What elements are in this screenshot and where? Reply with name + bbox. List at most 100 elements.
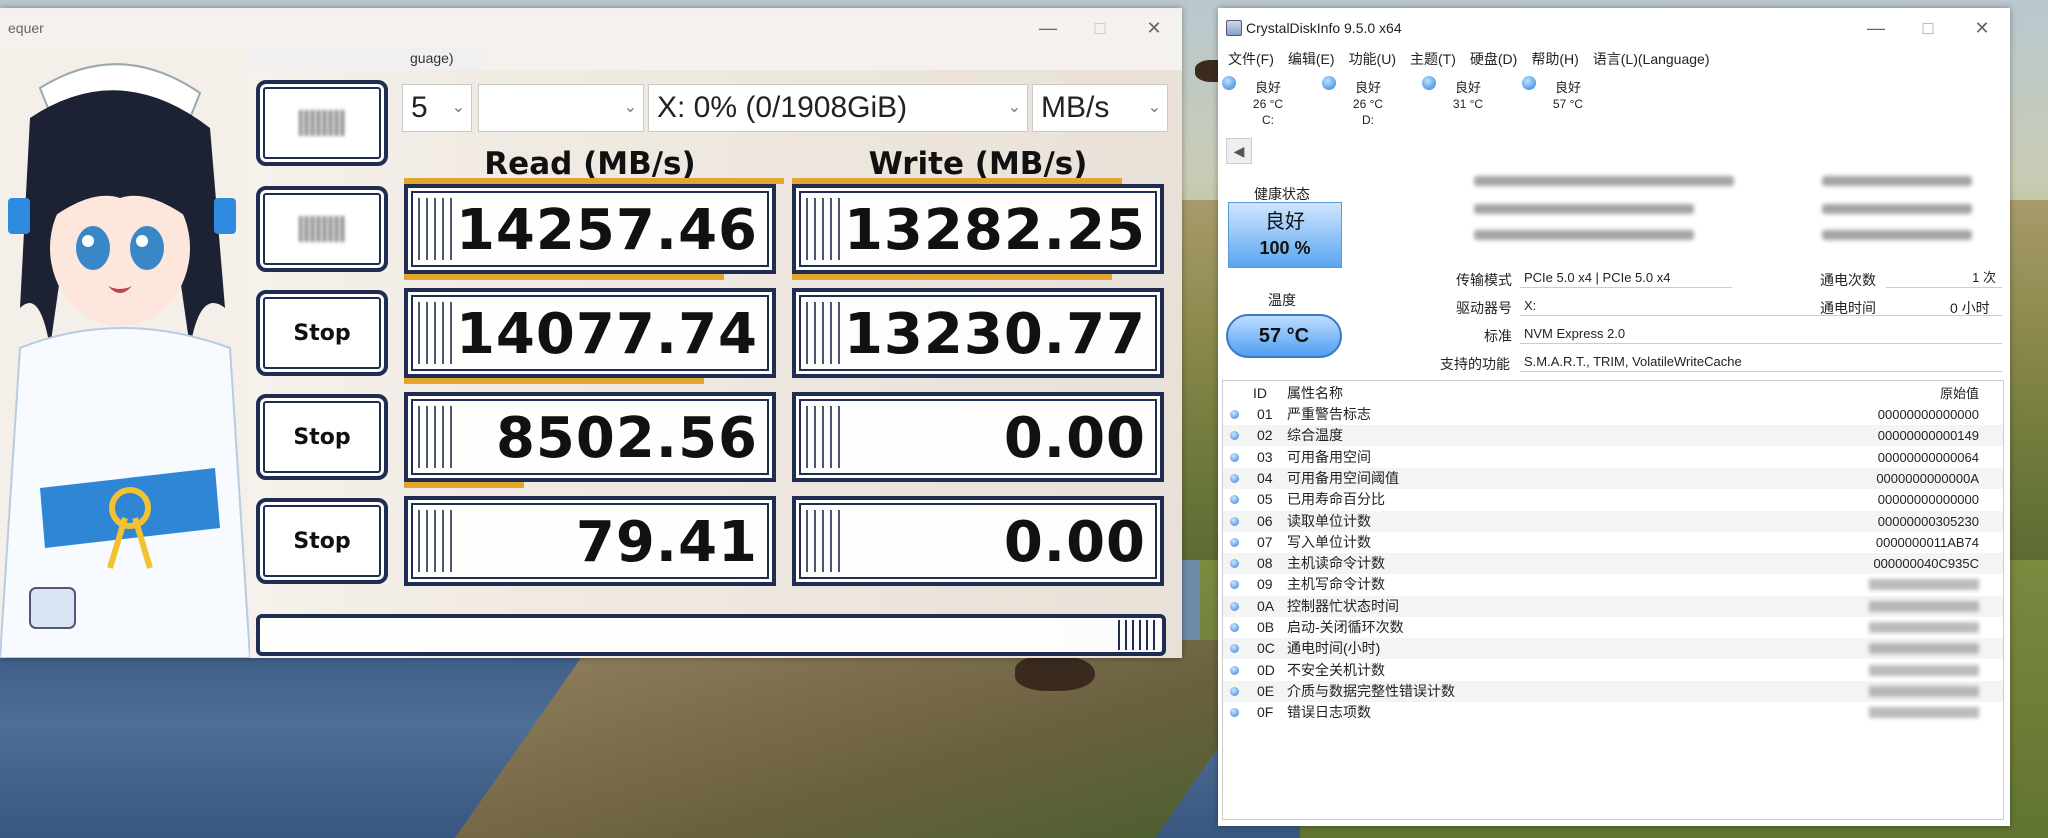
smart-raw-value: 00000000000000 <box>1877 407 1979 422</box>
cdm-titlebar[interactable]: equer — □ ✕ <box>0 8 1182 48</box>
menu-function[interactable]: 功能(U) <box>1343 48 1404 70</box>
write-result-2: 13230.77 <box>792 288 1164 378</box>
write-result-3: 0.00 <box>792 392 1164 482</box>
smart-row[interactable]: 04 可用备用空间阈值 0000000000000A <box>1223 467 2003 489</box>
cdi-menubar: 文件(F) 编辑(E) 功能(U) 主题(T) 硬盘(D) 帮助(H) 语言(L… <box>1222 48 1718 70</box>
smart-row[interactable]: 08 主机读命令计数 000000040C935C <box>1223 553 2003 575</box>
status-good-icon <box>1230 452 1239 462</box>
smart-row[interactable]: 0D 不安全关机计数 <box>1223 660 2003 681</box>
menu-disk[interactable]: 硬盘(D) <box>1464 48 1525 70</box>
smart-header-raw: 原始值 <box>1939 386 1979 401</box>
smart-row[interactable]: 0C 通电时间(小时) <box>1223 638 2003 660</box>
smart-row[interactable]: 0E 介质与数据完整性错误计数 <box>1223 680 2003 702</box>
smart-row[interactable]: 07 写入单位计数 0000000011AB74 <box>1223 532 2003 553</box>
power-on-count-label: 通电次数 <box>1820 272 1876 288</box>
crystaldiskmark-window: equer — □ ✕ guage) Stop Stop Stop 5 ⌄ ⌄ … <box>0 8 1182 658</box>
smart-row[interactable]: 03 可用备用空间 00000000000064 <box>1223 447 2003 468</box>
smart-row[interactable]: 02 综合温度 00000000000149 <box>1223 425 2003 447</box>
drive-button-d[interactable]: 良好 26 °C D: <box>1318 70 1418 130</box>
menu-edit[interactable]: 编辑(E) <box>1282 48 1343 70</box>
drive-status: 良好 <box>1354 80 1381 95</box>
drive-button-c[interactable]: 良好 26 °C C: <box>1218 70 1318 130</box>
progress-bar <box>792 274 1112 280</box>
status-good-icon <box>1230 410 1239 419</box>
smart-table[interactable]: ID 属性名称 原始值 01 严重警告标志 00000000000000 02 综合温度… <box>1222 380 2004 820</box>
smart-attribute-name: 错误日志项数 <box>1287 704 1371 721</box>
maximize-button[interactable]: □ <box>1080 14 1120 42</box>
close-button[interactable]: ✕ <box>1134 14 1174 42</box>
comment-field[interactable] <box>256 614 1166 656</box>
smart-id: 01 <box>1257 406 1273 422</box>
comment-grid-icon <box>1118 620 1158 650</box>
blurred-raw-value <box>1869 707 1979 719</box>
smart-row[interactable]: 09 主机写命令计数 <box>1223 574 2003 595</box>
stop-test-4-button[interactable]: Stop <box>256 498 388 584</box>
smart-row[interactable]: 05 已用寿命百分比 00000000000000 <box>1223 489 2003 510</box>
mascot-illustration <box>0 48 250 658</box>
meter-grid <box>806 198 846 260</box>
power-on-count-value: 1 次 <box>1886 268 2002 288</box>
unit-select[interactable]: MB/s ⌄ <box>1032 84 1168 132</box>
cdm-menubar[interactable]: guage) <box>246 46 486 70</box>
minimize-button[interactable]: — <box>1856 14 1896 42</box>
progress-bar <box>792 178 1122 184</box>
status-good-icon <box>1230 431 1239 441</box>
smart-row[interactable]: 0F 错误日志项数 <box>1223 702 2003 723</box>
run-all-button[interactable] <box>256 80 388 166</box>
test-size-select[interactable]: ⌄ <box>478 84 644 132</box>
blurred-serial-text <box>1474 230 1694 240</box>
status-good-icon <box>1322 76 1336 90</box>
read-result-2: 14077.74 <box>404 288 776 384</box>
smart-row[interactable]: 06 读取单位计数 00000000305230 <box>1223 510 2003 532</box>
close-button[interactable]: ✕ <box>1962 14 2002 42</box>
smart-attribute-name: 控制器忙状态时间 <box>1287 597 1399 614</box>
features-value: S.M.A.R.T., TRIM, VolatileWriteCache <box>1520 352 2002 372</box>
drive-select[interactable]: X: 0% (0/1908GiB) ⌄ <box>648 84 1028 132</box>
stop-test-3-button[interactable]: Stop <box>256 394 388 480</box>
drive-button-3[interactable]: 良好 31 °C <box>1418 70 1518 130</box>
smart-attribute-name: 已用寿命百分比 <box>1287 491 1385 508</box>
smart-attribute-name: 不安全关机计数 <box>1287 661 1385 678</box>
smart-id: 0F <box>1257 704 1274 721</box>
chevron-down-icon: ⌄ <box>451 99 465 116</box>
drive-button-x[interactable]: 良好 57 °C <box>1518 70 1618 130</box>
smart-id: 03 <box>1257 448 1273 465</box>
smart-row[interactable]: 0B 启动-关闭循环次数 <box>1223 617 2003 638</box>
menu-theme[interactable]: 主题(T) <box>1404 48 1464 70</box>
features-label: 支持的功能 <box>1440 356 1510 372</box>
drive-temp: 26 °C <box>1252 97 1284 111</box>
stop-test-2-button[interactable]: Stop <box>256 290 388 376</box>
transfer-mode-label: 传输模式 <box>1456 272 1512 288</box>
menu-help[interactable]: 帮助(H) <box>1525 48 1586 70</box>
smart-raw-value: 00000000305230 <box>1877 513 1979 529</box>
maximize-button[interactable]: □ <box>1908 14 1948 42</box>
write-value: 13230.77 <box>843 302 1146 367</box>
menu-file[interactable]: 文件(F) <box>1222 48 1282 70</box>
blurred-firmware-text <box>1474 204 1694 214</box>
smart-row[interactable]: 01 严重警告标志 00000000000000 <box>1223 404 2003 425</box>
minimize-button[interactable]: — <box>1028 14 1068 42</box>
smart-header-name: 属性名称 <box>1287 385 1343 401</box>
app-icon <box>1226 20 1242 36</box>
cdi-main-panel: ◀ 健康状态 良好 100 % 温度 57 °C 传输模式 PCIe 5.0 x… <box>1218 126 2010 826</box>
drive-status: 良好 <box>1454 80 1481 95</box>
status-good-icon <box>1230 580 1239 590</box>
drive-letter-value: X: <box>1520 296 2002 316</box>
progress-bar <box>404 178 784 184</box>
previous-drive-button[interactable]: ◀ <box>1226 138 1252 164</box>
smart-attribute-name: 主机写命令计数 <box>1287 576 1385 593</box>
smart-row[interactable]: 0A 控制器忙状态时间 <box>1223 595 2003 617</box>
run-test-1-button[interactable] <box>256 186 388 272</box>
shore <box>446 640 1294 838</box>
smart-id: 04 <box>1257 469 1273 486</box>
menu-language-partial[interactable]: guage) <box>410 50 454 66</box>
test-count-select[interactable]: 5 ⌄ <box>402 84 472 132</box>
cdi-titlebar[interactable]: CrystalDiskInfo 9.5.0 x64 — □ ✕ <box>1218 8 2010 48</box>
write-column-header: Write (MB/s) <box>868 146 1088 182</box>
meter-grid <box>418 302 458 364</box>
read-value: 14257.46 <box>455 198 758 263</box>
status-good-icon <box>1230 623 1239 632</box>
status-good-icon <box>1230 601 1239 611</box>
smart-raw-value: 00000000000064 <box>1877 449 1979 465</box>
menu-language[interactable]: 语言(L)(Language) <box>1587 48 1718 70</box>
